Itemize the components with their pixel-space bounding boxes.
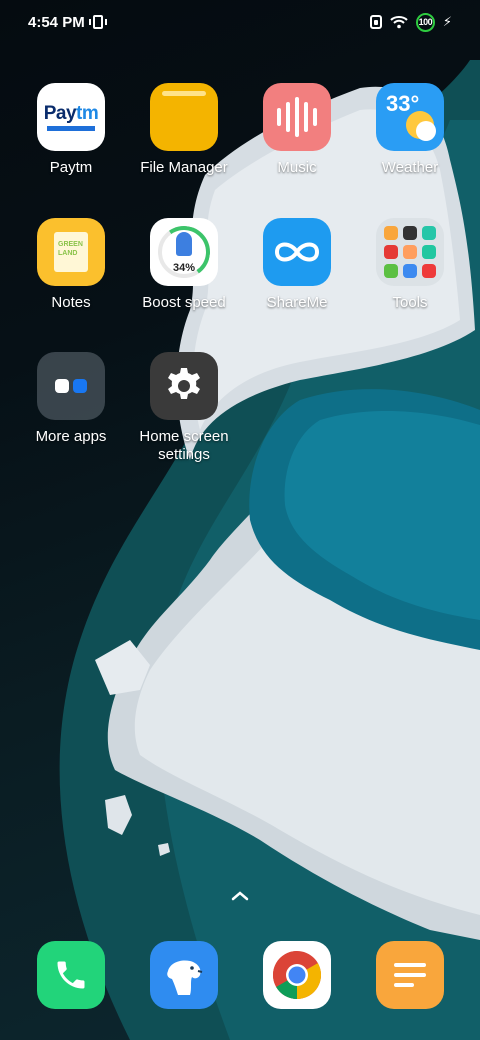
folder-tab xyxy=(162,91,206,96)
status-right: 100 ⚡ xyxy=(369,12,452,32)
dock-menu-app[interactable] xyxy=(350,941,470,1009)
chevron-up-icon[interactable] xyxy=(231,890,249,902)
boost-rocket-icon: 34% xyxy=(150,218,218,286)
dock-chrome[interactable] xyxy=(237,941,357,1009)
note-paper: GREEN LAND xyxy=(54,232,88,272)
weather-sun-cloud-icon: 33° xyxy=(376,83,444,151)
app-label: Paytm xyxy=(49,159,93,176)
folder-icon xyxy=(150,83,218,151)
app-label: ShareMe xyxy=(266,294,328,311)
weather-temperature: 33° xyxy=(386,91,420,116)
app-label: Home screen settings xyxy=(139,428,229,463)
menu-lines-icon xyxy=(376,941,444,1009)
chrome-icon xyxy=(263,941,331,1009)
clock: 4:54 PM xyxy=(28,13,85,31)
rocket-shape xyxy=(176,232,192,256)
app-label: Boost speed xyxy=(142,294,226,311)
dock-phone[interactable] xyxy=(11,941,131,1009)
notes-icon-text: GREEN LAND xyxy=(58,241,83,257)
app-paytm[interactable]: Paytm Paytm xyxy=(11,83,131,177)
app-label: File Manager xyxy=(140,159,228,176)
battery-icon: 100 xyxy=(415,12,435,32)
app-notes[interactable]: GREEN LAND Notes xyxy=(11,218,131,312)
paytm-icon: Paytm xyxy=(37,83,105,151)
app-weather[interactable]: 33° Weather xyxy=(350,83,470,177)
paytm-logo-bar xyxy=(47,126,95,131)
app-label: Music xyxy=(277,159,317,176)
status-left: 4:54 PM xyxy=(28,13,107,31)
chrome-logo xyxy=(272,951,322,999)
infinity-shape xyxy=(274,242,320,262)
more-apps-folder-icon xyxy=(37,352,105,420)
folder-more-apps[interactable]: More apps xyxy=(11,352,131,446)
boost-percentage: 34% xyxy=(172,262,196,274)
infinity-icon xyxy=(263,218,331,286)
app-shareme[interactable]: ShareMe xyxy=(237,218,357,312)
app-label: Weather xyxy=(381,159,439,176)
app-music[interactable]: Music xyxy=(237,83,357,177)
cloud-shape xyxy=(416,121,436,141)
app-label: Tools xyxy=(392,294,428,311)
wifi-icon xyxy=(390,16,408,29)
vibrate-icon xyxy=(88,15,107,29)
app-file-manager[interactable]: File Manager xyxy=(124,83,244,177)
folder-preview-grid xyxy=(384,226,436,278)
status-bar: 4:54 PM 100 ⚡ xyxy=(0,0,480,44)
gear-icon xyxy=(150,352,218,420)
dock-browser[interactable] xyxy=(124,941,244,1009)
notes-icon: GREEN LAND xyxy=(37,218,105,286)
app-boost-speed[interactable]: 34% Boost speed xyxy=(124,218,244,312)
paytm-logo-pay: Pay xyxy=(43,103,77,124)
phone-handset xyxy=(57,961,85,989)
menu-lines xyxy=(394,963,426,987)
polar-bear-browser-icon xyxy=(150,941,218,1009)
app-label: Notes xyxy=(51,294,91,311)
folder-preview-row xyxy=(47,371,95,401)
folder-tools[interactable]: Tools xyxy=(350,218,470,312)
paytm-logo-tm: tm xyxy=(76,103,99,124)
music-waveform-icon xyxy=(263,83,331,151)
polar-bear-shape xyxy=(167,960,203,995)
app-label: More apps xyxy=(35,428,107,445)
gear-shape xyxy=(168,368,200,399)
charging-icon: ⚡ xyxy=(442,14,452,29)
sim-icon xyxy=(369,15,382,29)
tools-folder-icon xyxy=(376,218,444,286)
phone-icon xyxy=(37,941,105,1009)
app-home-screen-settings[interactable]: Home screen settings xyxy=(124,352,244,464)
